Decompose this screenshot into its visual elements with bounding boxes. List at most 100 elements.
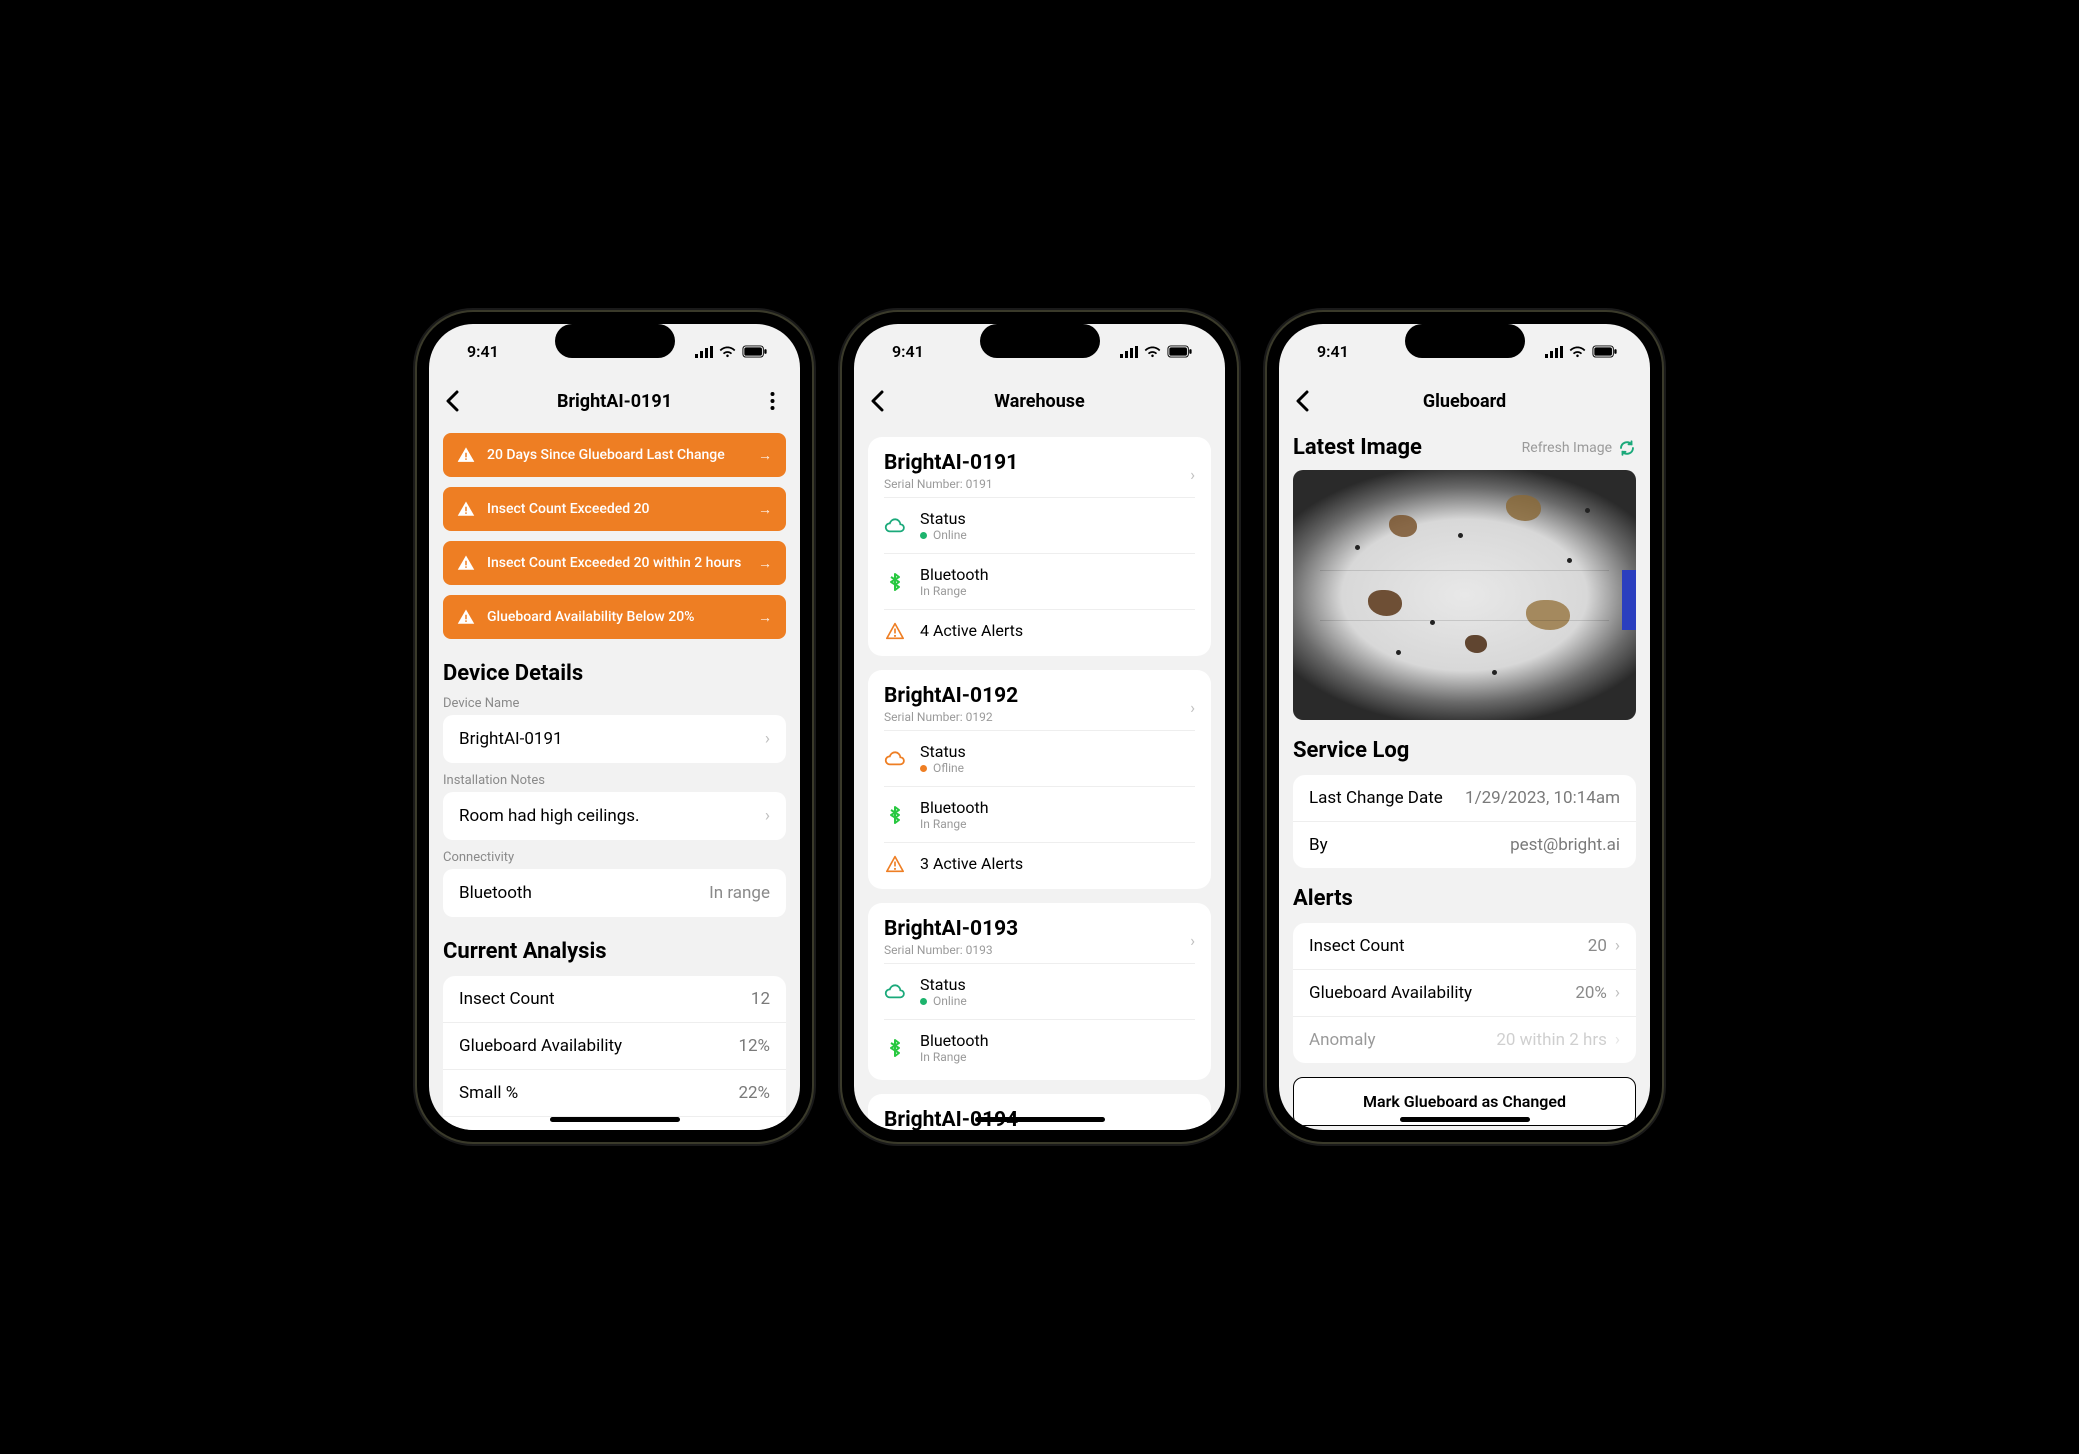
- status-label: Status: [920, 975, 967, 994]
- device-status-row: Status Online: [884, 497, 1195, 553]
- device-name: BrightAI-0192: [884, 684, 1018, 708]
- phone-device-detail: 9:41 BrightAI-0191 20 Days Since Glueboa…: [417, 312, 812, 1142]
- cloud-icon: [884, 984, 906, 1000]
- last-change-label: Last Change Date: [1309, 788, 1443, 808]
- alert-item[interactable]: 20 Days Since Glueboard Last Change →: [443, 433, 786, 477]
- chevron-right-icon: ›: [1190, 1122, 1195, 1131]
- device-serial: Serial Number: 0192: [884, 710, 1018, 724]
- battery-icon: [742, 345, 768, 358]
- alert-value: 20: [1588, 936, 1607, 956]
- install-notes-field[interactable]: Room had high ceilings. ›: [443, 792, 786, 840]
- device-card[interactable]: BrightAI-0194 Serial Number: 0194 ›: [868, 1094, 1211, 1130]
- alert-icon: [884, 622, 906, 640]
- device-details-heading: Device Details: [443, 661, 786, 686]
- status-dot-icon: [920, 998, 927, 1005]
- analysis-card: Insect Count 12 Glueboard Availability 1…: [443, 976, 786, 1130]
- connectivity-status: In range: [709, 883, 770, 903]
- wifi-icon: [1569, 346, 1586, 358]
- chevron-right-icon: ›: [765, 729, 770, 749]
- warning-icon: [457, 608, 475, 626]
- device-status-row: Status Online: [884, 963, 1195, 1019]
- nav-bar: Warehouse: [854, 379, 1225, 423]
- status-label: Status: [920, 509, 967, 528]
- alert-setting-row[interactable]: Insect Count 20›: [1293, 923, 1636, 970]
- alert-item[interactable]: Insect Count Exceeded 20 →: [443, 487, 786, 531]
- connectivity-field[interactable]: Bluetooth In range: [443, 869, 786, 917]
- bluetooth-icon: [884, 1038, 906, 1058]
- alert-text: Insect Count Exceeded 20: [487, 501, 650, 517]
- analysis-row: Glueboard Availability 12%: [443, 1023, 786, 1070]
- status-value: Online: [933, 994, 967, 1008]
- home-indicator[interactable]: [1400, 1117, 1530, 1122]
- service-log-row: By pest@bright.ai: [1293, 822, 1636, 868]
- connectivity-value: Bluetooth: [459, 883, 532, 903]
- image-detail: [1506, 495, 1541, 521]
- image-detail: [1567, 558, 1572, 563]
- chevron-right-icon: ›: [1190, 465, 1195, 484]
- analysis-label: Insect Count: [459, 989, 555, 1009]
- install-notes-value: Room had high ceilings.: [459, 806, 640, 826]
- alerts-card: Insect Count 20› Glueboard Availability …: [1293, 923, 1636, 1063]
- image-detail: [1465, 635, 1487, 653]
- nav-bar: BrightAI-0191: [429, 379, 800, 423]
- wifi-icon: [719, 346, 736, 358]
- more-button[interactable]: [762, 391, 782, 411]
- battery-icon: [1167, 345, 1193, 358]
- bluetooth-icon: [884, 805, 906, 825]
- glueboard-image[interactable]: [1293, 470, 1636, 720]
- chevron-left-icon: [1295, 390, 1309, 412]
- device-card[interactable]: BrightAI-0193 Serial Number: 0193 › Stat…: [868, 903, 1211, 1080]
- status-time: 9:41: [892, 342, 924, 361]
- warning-icon: [457, 446, 475, 464]
- analysis-row: Small % 22%: [443, 1070, 786, 1117]
- image-detail: [1492, 670, 1497, 675]
- chevron-right-icon: ›: [1615, 1030, 1620, 1050]
- alert-setting-row[interactable]: Anomaly 20 within 2 hrs ›: [1293, 1017, 1636, 1063]
- service-log-heading: Service Log: [1293, 738, 1636, 763]
- notch: [555, 324, 675, 358]
- alert-item[interactable]: Insect Count Exceeded 20 within 2 hours …: [443, 541, 786, 585]
- device-alerts-row: 4 Active Alerts: [884, 609, 1195, 656]
- status-label: Status: [920, 742, 966, 761]
- device-bluetooth-row: Bluetooth In Range: [884, 1019, 1195, 1080]
- chevron-right-icon: →: [758, 501, 772, 518]
- image-detail: [1526, 600, 1570, 630]
- phone-warehouse: 9:41 Warehouse BrightAI-0191 Serial Numb…: [842, 312, 1237, 1142]
- bluetooth-label: Bluetooth: [920, 565, 989, 584]
- alert-icon: [884, 855, 906, 873]
- chevron-right-icon: ›: [1615, 936, 1620, 956]
- back-button[interactable]: [866, 390, 888, 412]
- alert-value: 20 within 2 hrs: [1496, 1030, 1607, 1050]
- warning-icon: [457, 554, 475, 572]
- device-serial: Serial Number: 0193: [884, 943, 1018, 957]
- last-change-value: 1/29/2023, 10:14am: [1465, 788, 1620, 808]
- home-indicator[interactable]: [550, 1117, 680, 1122]
- analysis-value: 12%: [738, 1036, 770, 1056]
- notch: [980, 324, 1100, 358]
- alert-item[interactable]: Glueboard Availability Below 20% →: [443, 595, 786, 639]
- latest-image-heading: Latest Image: [1293, 435, 1422, 460]
- refresh-button[interactable]: Refresh Image: [1522, 439, 1636, 457]
- device-card[interactable]: BrightAI-0191 Serial Number: 0191 › Stat…: [868, 437, 1211, 656]
- alert-text: 20 Days Since Glueboard Last Change: [487, 447, 725, 463]
- image-detail: [1368, 590, 1402, 616]
- home-indicator[interactable]: [975, 1117, 1105, 1122]
- device-serial: Serial Number: 0191: [884, 477, 1018, 491]
- analysis-row: Insect Count 12: [443, 976, 786, 1023]
- analysis-label: Small %: [459, 1083, 518, 1103]
- device-card[interactable]: BrightAI-0192 Serial Number: 0192 › Stat…: [868, 670, 1211, 889]
- status-value: Ofline: [933, 761, 964, 775]
- chevron-right-icon: ›: [1615, 983, 1620, 1003]
- analysis-label: Glueboard Availability: [459, 1036, 622, 1056]
- device-name-field[interactable]: BrightAI-0191 ›: [443, 715, 786, 763]
- alerts-count: 4 Active Alerts: [920, 621, 1023, 640]
- image-detail: [1430, 620, 1435, 625]
- alert-setting-row[interactable]: Glueboard Availability 20%›: [1293, 970, 1636, 1017]
- install-notes-label: Installation Notes: [443, 773, 786, 788]
- back-button[interactable]: [1291, 390, 1313, 412]
- bluetooth-value: In Range: [920, 584, 989, 598]
- cellular-icon: [1120, 346, 1138, 358]
- back-button[interactable]: [441, 390, 463, 412]
- device-bluetooth-row: Bluetooth In Range: [884, 786, 1195, 842]
- alert-label: Anomaly: [1309, 1030, 1376, 1050]
